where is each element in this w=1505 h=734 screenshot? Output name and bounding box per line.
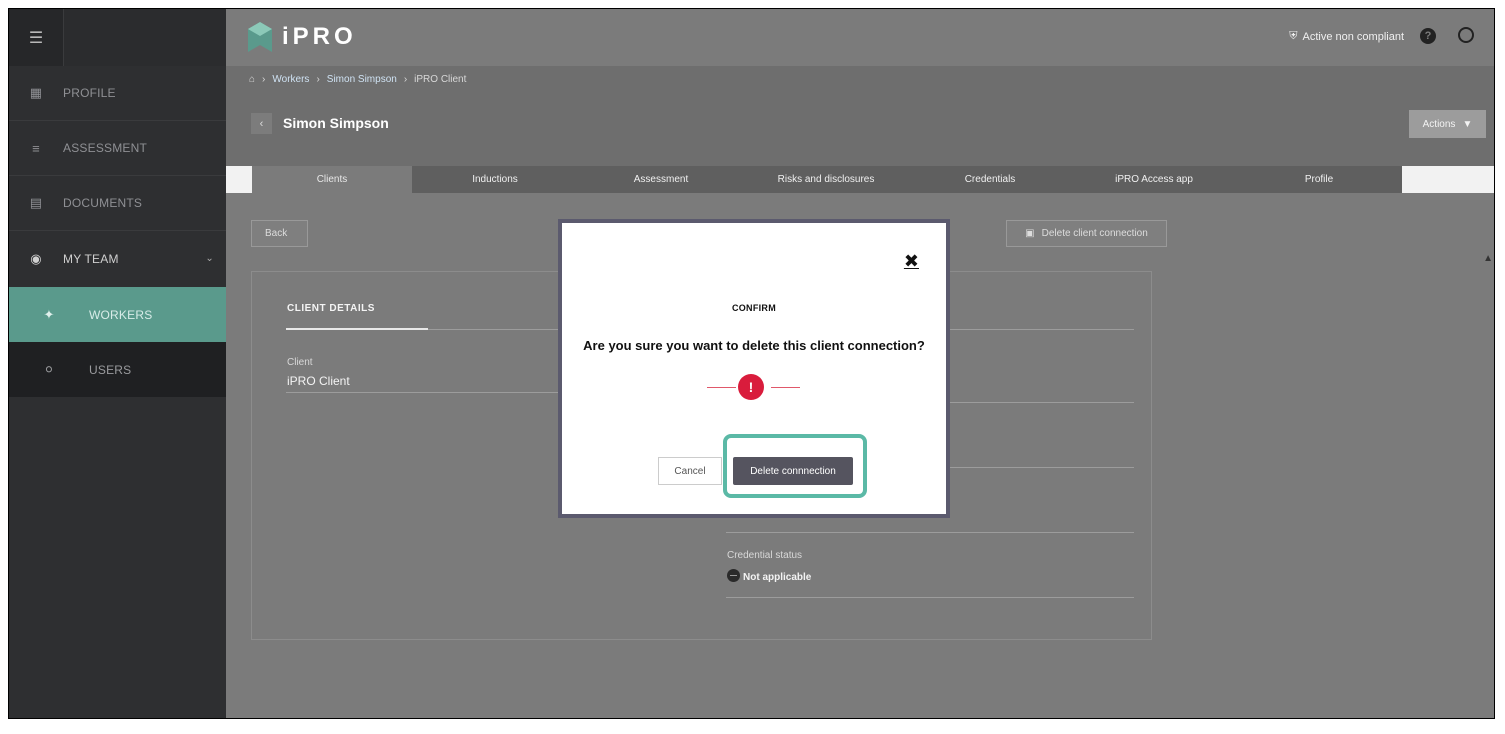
- help-icon[interactable]: ?: [1420, 28, 1436, 44]
- sidebar-item-label: MY TEAM: [63, 251, 119, 266]
- logo-mark-icon: [248, 22, 272, 52]
- page-header: ‹ Simon Simpson Actions ▼: [226, 92, 1494, 166]
- dialog-title: CONFIRM: [731, 303, 777, 313]
- actions-button[interactable]: Actions ▼: [1409, 110, 1486, 138]
- delete-label: Delete client connection: [1041, 228, 1148, 239]
- back-button[interactable]: Back: [251, 220, 308, 247]
- sidebar-item-label: USERS: [89, 362, 132, 377]
- tab-profile[interactable]: Profile: [1236, 166, 1402, 193]
- user-icon: ⚪: [43, 361, 55, 377]
- client-label: Client: [287, 357, 313, 368]
- highlight-box: [723, 434, 867, 498]
- status-text: Active non compliant: [1302, 30, 1405, 43]
- sidebar-item-assessment[interactable]: ≡ ASSESSMENT: [9, 121, 226, 176]
- sidebar-item-documents[interactable]: ▤ DOCUMENTS: [9, 176, 226, 231]
- credential-status-label: Credential status: [727, 550, 803, 561]
- tab-inductions[interactable]: Inductions: [412, 166, 578, 193]
- field-divider: [726, 597, 1134, 598]
- chevron-down-icon: ⌄: [205, 253, 214, 264]
- tab-assessment[interactable]: Assessment: [578, 166, 744, 193]
- building-icon: ▦: [29, 85, 43, 100]
- sidebar-item-profile[interactable]: ▦ PROFILE: [9, 66, 226, 121]
- sidebar-item-label: WORKERS: [89, 307, 153, 322]
- breadcrumb-separator: ›: [403, 73, 408, 85]
- person-icon: ✦: [43, 306, 55, 322]
- logo[interactable]: iPRO: [248, 22, 357, 52]
- sidebar-item-label: ASSESSMENT: [63, 141, 148, 155]
- sidebar-item-my-team[interactable]: ◉ MY TEAM ⌄: [9, 231, 226, 286]
- credential-status-value: Not applicable: [727, 569, 811, 583]
- sidebar-item-users[interactable]: ⚪ USERS: [9, 342, 226, 397]
- tab-credentials[interactable]: Credentials: [908, 166, 1072, 193]
- tab-risks-and-disclosures[interactable]: Risks and disclosures: [744, 166, 908, 193]
- home-icon[interactable]: ⌂: [249, 74, 255, 85]
- tab-ipro-access-app[interactable]: iPRO Access app: [1072, 166, 1236, 193]
- app-frame: ☰ ▦ PROFILE ≡ ASSESSMENT ▤ DOCUMENTS ◉ M…: [8, 8, 1495, 719]
- logo-text: iPRO: [282, 23, 357, 50]
- page-title: Simon Simpson: [283, 115, 389, 131]
- warning-icon: !: [738, 374, 764, 400]
- delete-client-connection-button[interactable]: ▣ Delete client connection: [1006, 220, 1167, 247]
- back-chevron-icon[interactable]: ‹: [251, 113, 272, 134]
- sidebar: ☰ ▦ PROFILE ≡ ASSESSMENT ▤ DOCUMENTS ◉ M…: [9, 9, 226, 718]
- sidebar-item-label: DOCUMENTS: [63, 196, 143, 210]
- breadcrumb: ⌂ › Workers › Simon Simpson › iPRO Clien…: [226, 66, 1494, 92]
- list-icon: ≡: [32, 140, 40, 156]
- breadcrumb-workers[interactable]: Workers: [272, 74, 309, 85]
- tab-bar: Clients Inductions Assessment Risks and …: [252, 166, 1402, 193]
- breadcrumb-person[interactable]: Simon Simpson: [327, 74, 397, 85]
- user-circle-icon: ◉: [30, 250, 42, 266]
- scroll-up-icon[interactable]: ▲: [1483, 253, 1493, 264]
- scrollbar[interactable]: ▲: [1480, 193, 1494, 718]
- compliance-status: ⛨ Active non compliant: [1289, 30, 1404, 43]
- warning-line-right: [771, 387, 800, 388]
- user-account-icon[interactable]: [1458, 27, 1474, 43]
- warning-line-left: [707, 387, 736, 388]
- top-bar: iPRO ⛨ Active non compliant ?: [226, 9, 1494, 66]
- breadcrumb-separator: ›: [316, 73, 320, 85]
- document-icon: ▤: [29, 195, 43, 210]
- dialog-question: Are you sure you want to delete this cli…: [583, 338, 925, 353]
- hamburger-icon[interactable]: ☰: [9, 9, 63, 66]
- card-title: CLIENT DETAILS: [287, 303, 375, 314]
- breadcrumb-current: iPRO Client: [414, 73, 467, 85]
- close-icon[interactable]: ✖: [904, 251, 919, 272]
- sidebar-item-workers[interactable]: ✦ WORKERS: [9, 287, 226, 342]
- sidebar-item-label: PROFILE: [63, 86, 116, 100]
- shield-icon: ⛨: [1289, 30, 1298, 42]
- caret-down-icon: ▼: [1462, 118, 1473, 130]
- trash-icon: ▣: [1025, 228, 1035, 239]
- cancel-button[interactable]: Cancel: [658, 457, 722, 485]
- client-value: iPRO Client: [287, 374, 350, 388]
- breadcrumb-separator: ›: [262, 73, 266, 85]
- field-divider: [726, 532, 1134, 533]
- actions-label: Actions: [1422, 118, 1456, 130]
- field-divider: [286, 392, 596, 393]
- card-title-underline: [286, 328, 428, 330]
- tab-clients[interactable]: Clients: [252, 166, 412, 193]
- sidebar-header: [63, 9, 226, 66]
- not-applicable-icon: [727, 569, 740, 582]
